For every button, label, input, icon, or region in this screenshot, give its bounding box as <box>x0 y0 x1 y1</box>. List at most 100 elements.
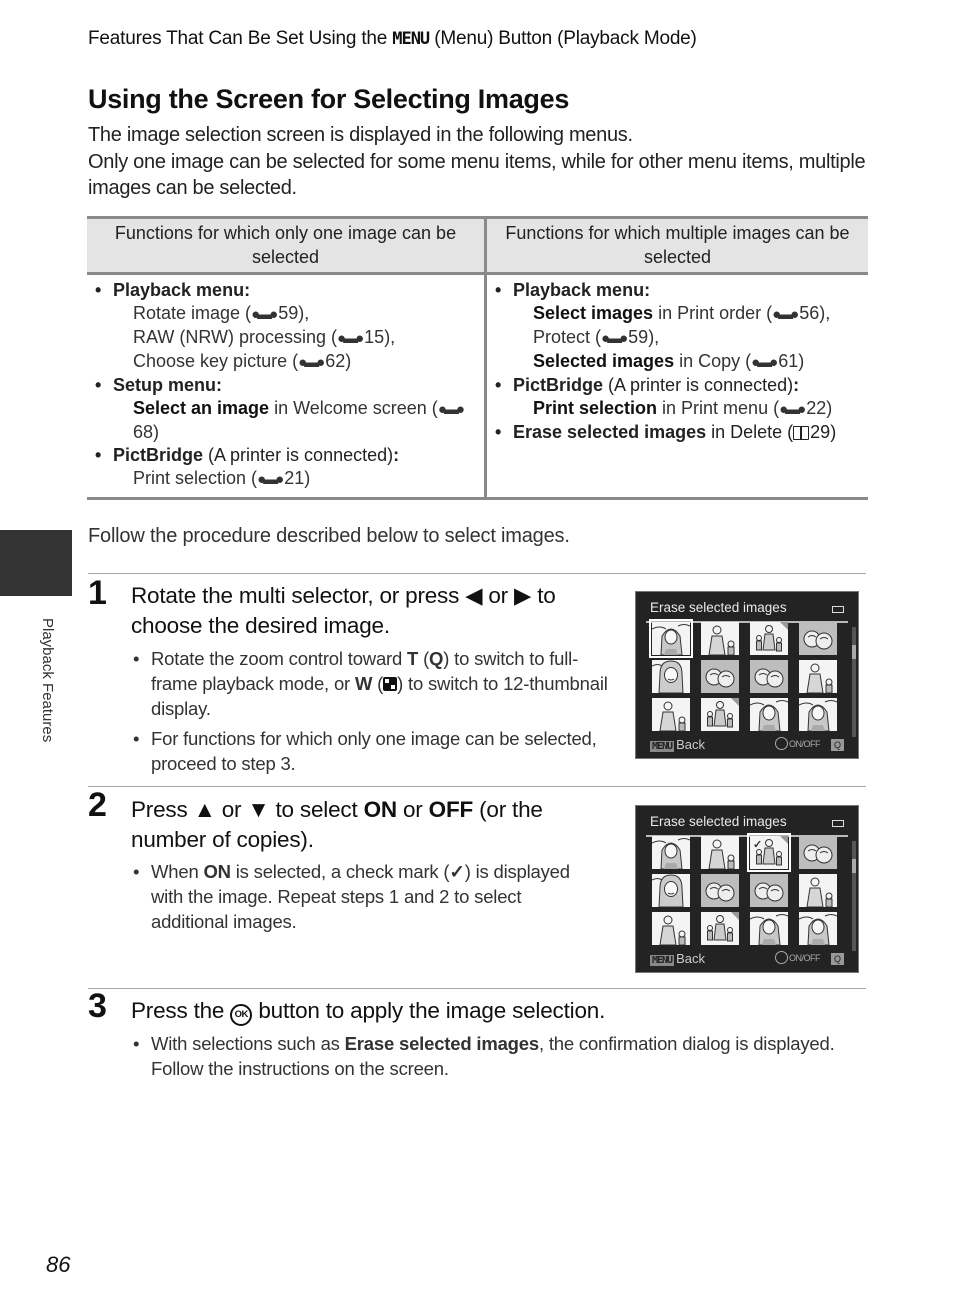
step-1-bullets: Rotate the zoom control toward T (Q) to … <box>131 646 621 781</box>
scrollbar-thumb[interactable] <box>852 859 856 873</box>
menu-entry-text: Rotate image ( <box>133 303 252 323</box>
thumbnail-grid-icon <box>383 677 398 691</box>
right-arrow-icon: ▶ <box>514 583 532 608</box>
ok-button-icon: OK <box>230 1004 253 1026</box>
menu-item-name: Erase selected images <box>344 1033 539 1054</box>
step-number: 3 <box>88 987 107 1025</box>
thumbnail[interactable] <box>701 836 739 869</box>
bullet-item: When ON is selected, a check mark (✓) is… <box>131 859 601 934</box>
thumbnail[interactable] <box>649 619 693 658</box>
back-label: Back <box>676 951 705 966</box>
reference-icon: ●▬● <box>601 330 628 347</box>
menu-button-icon: MENU <box>650 741 675 752</box>
thumbnail[interactable] <box>750 622 788 655</box>
page-ref: 56 <box>799 303 820 323</box>
thumbnail[interactable] <box>652 836 690 869</box>
page-ref: 59 <box>628 327 649 347</box>
menu-group: PictBridge (A printer is connected):Prin… <box>93 444 478 491</box>
group-note: (A printer is connected) <box>203 445 394 465</box>
menu-entry: Print selection (●▬● 21) <box>113 467 478 491</box>
thumbnail[interactable] <box>799 698 837 731</box>
reference-icon: ●▬● <box>437 401 465 418</box>
divider <box>88 988 866 989</box>
step-3-title: Press the OK button to apply the image s… <box>131 996 871 1026</box>
onoff-hint: ON/OFF <box>775 737 821 750</box>
group-note: (A printer is connected) <box>603 375 794 395</box>
thumbnail[interactable] <box>652 874 690 907</box>
step-2-title: Press ▲ or ▼ to select ON or OFF (or the… <box>131 795 601 855</box>
text: Rotate the multi selector, or press <box>131 583 466 608</box>
reference-icon: ●▬● <box>751 354 778 371</box>
menu-entry: Protect (●▬● 59), <box>513 326 862 350</box>
menu-entry: Print selection in Print menu (●▬● 22) <box>513 397 862 421</box>
thumbnail[interactable] <box>799 660 837 693</box>
text: ( <box>418 648 430 669</box>
text: to select <box>269 797 364 822</box>
thumbnail[interactable] <box>652 698 690 731</box>
text: or <box>215 797 248 822</box>
running-header-suffix: (Menu) Button (Playback Mode) <box>429 28 697 49</box>
divider <box>88 786 866 787</box>
thumbnail[interactable] <box>701 660 739 693</box>
thumbnail[interactable] <box>652 912 690 945</box>
page-ref: 21 <box>284 468 305 488</box>
chapter-label: Playback Features <box>36 618 56 768</box>
menu-group: Playback menu:Rotate image (●▬●59),RAW (… <box>93 279 478 374</box>
thumbnail[interactable] <box>750 698 788 731</box>
text: With selections such as <box>151 1033 345 1054</box>
thumbnail[interactable] <box>799 622 837 655</box>
onoff-hint: ON/OFF <box>775 951 821 964</box>
text: ( <box>372 673 384 694</box>
thumbnail[interactable] <box>799 912 837 945</box>
scrollbar[interactable] <box>852 841 856 951</box>
menu-button-icon: MENU <box>392 29 430 49</box>
back-label: Back <box>676 737 705 752</box>
thumbnail[interactable]: ✓ <box>747 833 791 872</box>
functions-table: Functions for which only one image can b… <box>87 216 868 500</box>
thumbnail[interactable] <box>701 622 739 655</box>
divider <box>88 573 866 574</box>
menu-entry-text: in Copy ( <box>674 351 752 371</box>
thumbnail[interactable] <box>701 874 739 907</box>
menu-group: PictBridge (A printer is connected):Prin… <box>493 374 862 421</box>
multiple-select-column: Playback menu:Select images in Print ord… <box>485 273 868 500</box>
menu-button-icon: MENU <box>650 955 675 966</box>
page-title: Using the Screen for Selecting Images <box>88 84 570 114</box>
menu-group: Erase selected images in Delete (29) <box>493 421 862 444</box>
group-heading: Playback menu: <box>513 280 651 300</box>
menu-entry-name: Select images <box>533 303 654 323</box>
reference-icon: ●▬● <box>251 306 278 323</box>
thumbnail[interactable] <box>799 874 837 907</box>
step-3-bullets: With selections such as Erase selected i… <box>131 1031 871 1086</box>
thumbnail[interactable] <box>750 874 788 907</box>
zoom-tele-label: T <box>407 648 419 669</box>
thumbnail[interactable] <box>652 660 690 693</box>
menu-entry: Choose key picture (●▬● 62) <box>113 350 478 374</box>
zoom-icon: Q <box>831 953 844 965</box>
text: or <box>482 583 515 608</box>
battery-icon <box>832 820 844 827</box>
thumbnail[interactable] <box>701 912 739 945</box>
off-label: OFF <box>428 797 474 822</box>
camera-screen-1: Erase selected images MENU Back ON/OFF Q <box>635 591 859 759</box>
scrollbar[interactable] <box>852 627 856 737</box>
menu-entry-name: Print selection <box>533 398 658 418</box>
down-arrow-icon: ▼ <box>247 797 270 822</box>
thumbnail[interactable] <box>701 698 739 731</box>
menu-entry-text: in Welcome screen ( <box>269 398 438 418</box>
menu-entry-text: Print selection ( <box>133 468 258 488</box>
thumbnail[interactable] <box>750 660 788 693</box>
back-hint: MENU Back <box>650 951 705 966</box>
page-ref: 62 <box>325 351 346 371</box>
bullet-item: With selections such as Erase selected i… <box>131 1031 871 1081</box>
up-arrow-icon: ▲ <box>193 797 216 822</box>
thumbnail[interactable] <box>799 836 837 869</box>
step-number: 1 <box>88 574 107 612</box>
thumbnail[interactable] <box>750 912 788 945</box>
page-ref: 15 <box>364 327 385 347</box>
reference-icon: ●▬● <box>257 471 284 488</box>
scrollbar-thumb[interactable] <box>852 645 856 659</box>
on-label: ON <box>363 797 398 822</box>
camera-screen-title: Erase selected images <box>650 814 787 829</box>
menu-entry: Select an image in Welcome screen (●▬● 68… <box>133 398 465 442</box>
